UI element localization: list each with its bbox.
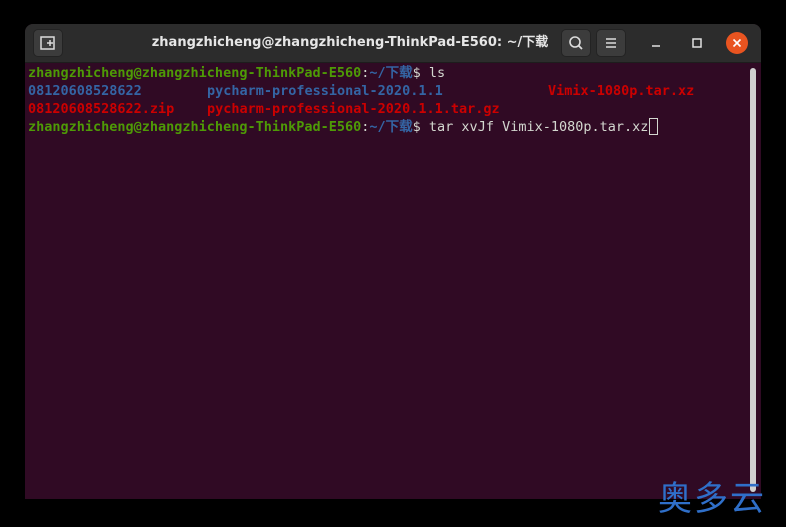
prompt-user-host: zhangzhicheng@zhangzhicheng-ThinkPad-E56… [28, 65, 362, 81]
scrollbar[interactable] [750, 68, 756, 492]
watermark-logo: 奥多云 [658, 479, 766, 519]
close-button[interactable] [726, 32, 748, 54]
minimize-button[interactable] [645, 32, 667, 54]
prompt-path: ~/下载 [369, 65, 413, 81]
prompt-user-host: zhangzhicheng@zhangzhicheng-ThinkPad-E56… [28, 119, 362, 135]
window-title: zhangzhicheng@zhangzhicheng-ThinkPad-E56… [151, 35, 549, 50]
hamburger-menu-icon [606, 38, 616, 48]
maximize-icon [692, 38, 702, 48]
menu-button[interactable] [596, 29, 626, 57]
new-tab-button[interactable] [33, 29, 63, 57]
terminal-window: zhangzhicheng@zhangzhicheng-ThinkPad-E56… [25, 24, 761, 499]
title-bar[interactable]: zhangzhicheng@zhangzhicheng-ThinkPad-E56… [25, 24, 761, 63]
minimize-icon [652, 45, 660, 47]
prompt-line: zhangzhicheng@zhangzhicheng-ThinkPad-E56… [28, 64, 748, 82]
new-tab-icon [40, 36, 55, 50]
search-button[interactable] [561, 29, 591, 57]
ls-output-row: 08120608528622 pycharm-professional-2020… [28, 82, 748, 100]
search-icon [569, 36, 583, 50]
ls-output-row: 08120608528622.zip pycharm-professional-… [28, 100, 748, 118]
prompt-symbol: $ [412, 119, 429, 135]
ls-entry-directory: 08120608528622 [28, 83, 142, 99]
command-text: tar xvJf Vimix-1080p.tar.xz [428, 119, 649, 135]
ls-entry-archive: pycharm-professional-2020.1.1.tar.gz [207, 101, 500, 117]
terminal-output[interactable]: zhangzhicheng@zhangzhicheng-ThinkPad-E56… [28, 64, 748, 494]
ls-entry-archive: Vimix-1080p.tar.xz [548, 83, 695, 99]
maximize-button[interactable] [686, 32, 708, 54]
command-text: ls [428, 65, 446, 81]
close-icon [732, 38, 742, 48]
prompt-line: zhangzhicheng@zhangzhicheng-ThinkPad-E56… [28, 118, 748, 136]
ls-entry-archive: 08120608528622.zip [28, 101, 175, 117]
text-cursor [649, 118, 659, 135]
prompt-path: ~/下载 [369, 119, 413, 135]
ls-entry-directory: pycharm-professional-2020.1.1 [207, 83, 443, 99]
prompt-symbol: $ [412, 65, 429, 81]
